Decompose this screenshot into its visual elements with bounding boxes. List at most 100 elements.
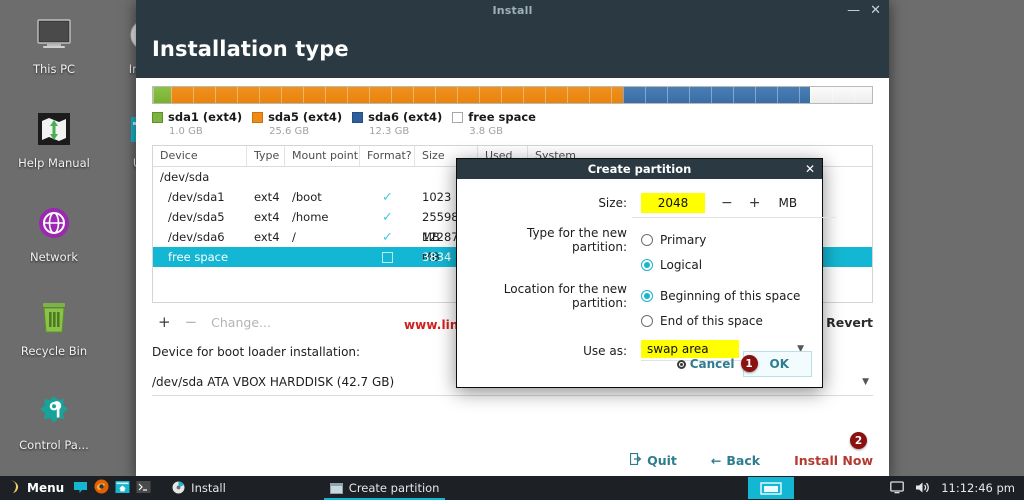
location-label: Location for the new partition: [503, 282, 627, 310]
checkbox-icon [382, 252, 393, 263]
radio-icon [641, 234, 653, 246]
trash-icon [33, 296, 75, 338]
arrow-left-icon: ← [710, 453, 722, 468]
ok-label: OK [769, 357, 790, 371]
cancel-label: Cancel [689, 357, 735, 371]
taskbar-window-label: Create partition [348, 481, 440, 495]
cell-format[interactable]: ✓ [360, 187, 415, 207]
install-icon [172, 479, 185, 498]
desktop-icon-control-panel[interactable]: Control Pa... [4, 382, 104, 476]
radio-icon [641, 259, 653, 271]
map-icon [33, 108, 75, 150]
launcher-messenger[interactable] [70, 476, 91, 500]
cell-device: /dev/sda [160, 170, 210, 184]
start-menu-label: Menu [27, 481, 65, 495]
cancel-button[interactable]: Cancel [676, 357, 735, 371]
column-header-device: Device [153, 146, 247, 166]
legend-size: 3.8 GB [469, 126, 503, 137]
revert-button[interactable]: Revert [826, 315, 873, 330]
location-row-end: End of this space [471, 314, 808, 328]
radio-logical[interactable]: Logical [641, 258, 808, 272]
size-row: Size: 2048 − + MB [471, 193, 808, 213]
type-row-primary: Type for the new partition: Primary [471, 226, 808, 254]
size-increment-button[interactable]: + [749, 195, 761, 211]
size-label: Size: [598, 196, 627, 210]
desktop-icon-network[interactable]: Network [4, 194, 104, 288]
legend-item-free-space: free space 3.8 GB [452, 110, 536, 137]
size-unit-label: MB [778, 196, 798, 210]
legend-swatch-icon [352, 111, 364, 123]
cell-mount: /home [292, 210, 329, 224]
minimize-icon[interactable]: — [847, 4, 860, 17]
cell-mount: /boot [292, 190, 322, 204]
legend-item-sda6: sda6 (ext4) 12.3 GB [352, 110, 442, 137]
radio-primary[interactable]: Primary [641, 233, 808, 247]
clock[interactable]: 11:12:46 pm [941, 481, 1015, 495]
add-partition-button[interactable]: + [158, 313, 171, 331]
installer-titlebar: Install — ✕ [136, 0, 889, 20]
cell-mount [285, 247, 360, 267]
launcher-file-manager[interactable] [112, 476, 133, 500]
launcher-firefox[interactable] [91, 476, 112, 500]
taskbar-window-create-partition[interactable]: Create partition [323, 476, 446, 500]
change-partition-button[interactable]: Change... [211, 315, 271, 330]
cell-format[interactable]: ✓ [360, 207, 415, 227]
desktop-icon-this-pc[interactable]: This PC [4, 6, 104, 100]
legend-label: sda1 (ext4) [168, 110, 243, 124]
close-icon[interactable]: ✕ [870, 4, 881, 17]
launcher-terminal[interactable] [133, 476, 154, 500]
checkmark-icon: ✓ [382, 210, 393, 225]
radio-end-label: End of this space [660, 314, 763, 328]
cell-format[interactable] [360, 247, 415, 267]
legend-item-sda5: sda5 (ext4) 25.6 GB [252, 110, 342, 137]
legend-size: 1.0 GB [169, 126, 203, 137]
file-manager-icon [115, 479, 130, 498]
cell-device: /dev/sda6 [168, 230, 225, 244]
column-header-format: Format? [360, 146, 415, 166]
bootloader-value: /dev/sda ATA VBOX HARDDISK (42.7 GB) [152, 375, 395, 389]
taskbar-window-install[interactable]: Install [166, 476, 232, 500]
radio-icon [641, 315, 653, 327]
remove-partition-button[interactable]: − [185, 313, 198, 331]
partition-segment-sda6 [623, 87, 811, 103]
install-now-label: Install Now [794, 453, 873, 468]
desktop-icon-label: Recycle Bin [20, 345, 88, 358]
radio-end[interactable]: End of this space [641, 314, 808, 328]
system-tray: 11:12:46 pm [890, 479, 1024, 498]
install-now-button[interactable]: 2 Install Now [794, 432, 873, 468]
location-row-beginning: Location for the new partition: Beginnin… [471, 282, 808, 310]
legend-label: sda6 (ext4) [368, 110, 443, 124]
volume-icon[interactable] [915, 479, 930, 498]
quit-button[interactable]: Quit [630, 452, 677, 468]
taskbar-window-active-thumb[interactable] [748, 477, 795, 499]
monitor-icon [33, 14, 75, 56]
step-badge-2: 2 [850, 432, 867, 449]
desktop-icon-help-manual[interactable]: Help Manual [4, 100, 104, 194]
start-menu-button[interactable]: Menu [0, 476, 70, 500]
display-icon[interactable] [890, 479, 905, 498]
quit-label: Quit [647, 453, 677, 468]
size-input[interactable]: 2048 [641, 193, 705, 213]
back-label: Back [726, 453, 761, 468]
create-partition-dialog: Create partition ✕ Size: 2048 − + MB Typ… [456, 158, 836, 388]
legend-size: 12.3 GB [369, 126, 410, 137]
legend-item-sda1: sda1 (ext4) 1.0 GB [152, 110, 242, 137]
radio-beginning-label: Beginning of this space [660, 289, 801, 303]
partition-segment-sda1 [153, 87, 171, 103]
cell-device: free space [168, 250, 229, 264]
taskbar-window-label: Install [191, 481, 226, 495]
firefox-icon [94, 479, 109, 498]
desktop-icon-recycle-bin[interactable]: Recycle Bin [4, 288, 104, 382]
close-icon[interactable]: ✕ [805, 163, 815, 175]
radio-logical-label: Logical [660, 258, 703, 272]
window-controls: — ✕ [847, 0, 881, 20]
cell-format[interactable]: ✓ [360, 227, 415, 247]
radio-beginning[interactable]: Beginning of this space [641, 289, 808, 303]
size-decrement-button[interactable]: − [721, 195, 733, 211]
installer-header: Installation type [136, 20, 889, 78]
desktop-icon-label: Help Manual [18, 157, 90, 170]
back-button[interactable]: ← Back [711, 453, 760, 468]
window-icon [329, 479, 343, 498]
ok-button[interactable]: 1 OK [740, 351, 812, 377]
dialog-titlebar: Create partition ✕ [457, 159, 822, 179]
